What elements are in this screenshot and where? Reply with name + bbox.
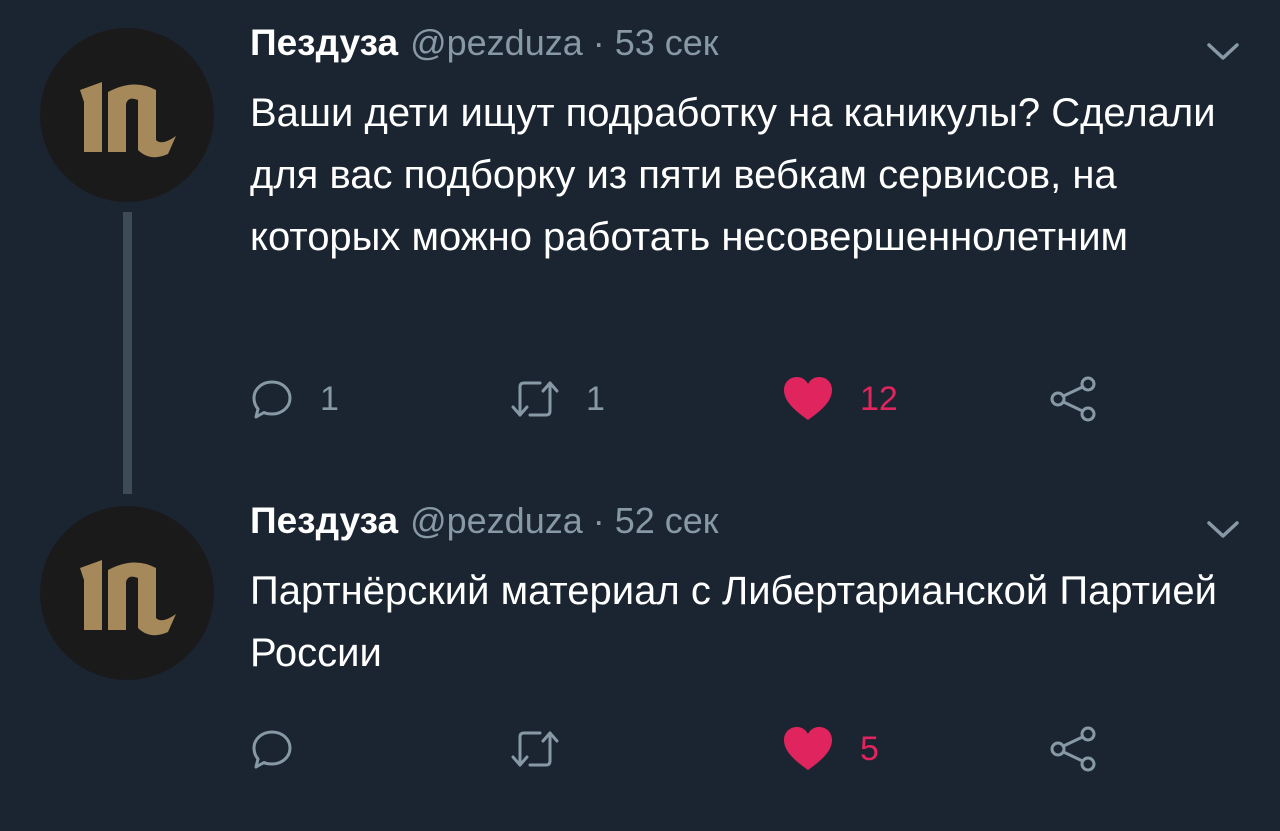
tweet-header: Пездуза @pezduza · 53 сек — [250, 22, 719, 72]
author-handle[interactable]: @pezduza — [410, 22, 583, 64]
retweet-button[interactable] — [510, 724, 586, 774]
like-count: 12 — [860, 379, 898, 418]
tweet-actions: 1 1 12 — [250, 374, 1150, 424]
chevron-down-icon[interactable] — [1205, 518, 1241, 542]
chevron-down-icon[interactable] — [1205, 40, 1241, 64]
author-handle[interactable]: @pezduza — [410, 500, 583, 542]
pezduza-logo-icon — [80, 560, 176, 636]
like-button[interactable]: 12 — [782, 374, 898, 424]
retweet-count: 1 — [586, 379, 605, 418]
thread-line — [123, 212, 132, 494]
avatar[interactable] — [40, 28, 214, 202]
retweet-icon — [511, 381, 559, 417]
separator-dot: · — [592, 500, 605, 541]
like-button[interactable]: 5 — [782, 724, 879, 774]
reply-icon — [252, 730, 292, 769]
pezduza-logo-icon — [80, 82, 176, 158]
separator-dot: · — [592, 22, 605, 63]
timestamp[interactable]: 52 сек — [615, 500, 719, 542]
heart-icon — [784, 377, 832, 420]
tweet-header: Пездуза @pezduza · 52 сек — [250, 500, 719, 550]
like-count: 5 — [860, 729, 879, 768]
reply-button[interactable] — [250, 724, 320, 774]
retweet-icon — [511, 731, 559, 767]
author-name[interactable]: Пездуза — [250, 22, 398, 64]
reply-icon — [252, 380, 292, 419]
tweet-actions: 5 — [250, 724, 1150, 774]
author-name[interactable]: Пездуза — [250, 500, 398, 542]
heart-icon — [784, 727, 832, 770]
tweet-text: Ваши дети ищут подработку на каникулы? С… — [250, 91, 1227, 259]
reply-count: 1 — [320, 379, 339, 418]
share-icon — [1050, 376, 1096, 422]
share-icon — [1050, 726, 1096, 772]
share-button[interactable] — [1048, 374, 1098, 424]
timestamp[interactable]: 53 сек — [615, 22, 719, 64]
avatar[interactable] — [40, 506, 214, 680]
tweet-text: Партнёрский материал с Либертарианской П… — [250, 569, 1229, 675]
retweet-button[interactable]: 1 — [510, 374, 605, 424]
share-button[interactable] — [1048, 724, 1098, 774]
reply-button[interactable]: 1 — [250, 374, 339, 424]
